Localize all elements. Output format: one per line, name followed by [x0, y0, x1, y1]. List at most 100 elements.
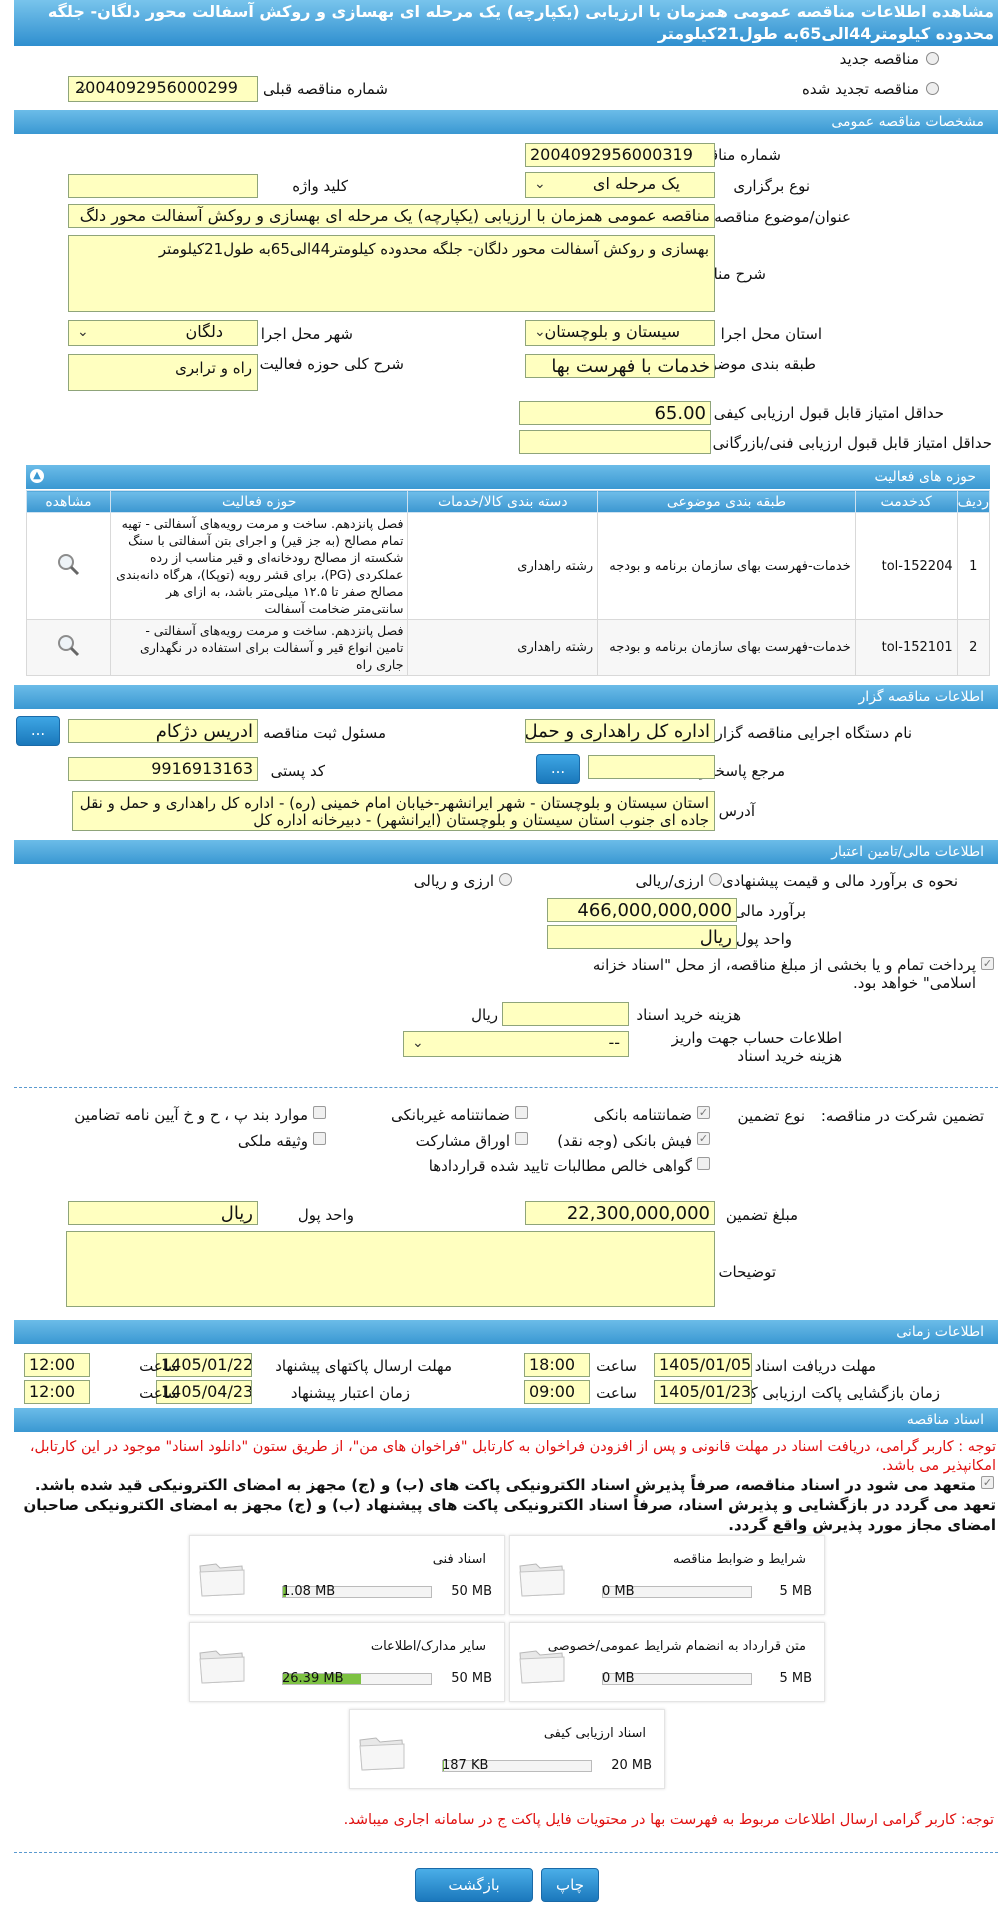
nonbank-guarantee-label: ضمانتنامه غیربانکی	[391, 1106, 510, 1124]
guarantee-unit-label: واحد پول	[297, 1206, 354, 1224]
doc-terms[interactable]: شرایط و ضوابط مناقصه 5 MB 0 MB	[509, 1535, 825, 1615]
doc-title: شرایط و ضوابط مناقصه	[673, 1552, 806, 1567]
receive-date-field[interactable]: 1405/01/05	[654, 1353, 752, 1377]
province-select[interactable]: ⌄ سیستان و بلوچستان	[525, 320, 715, 346]
bonds-checkbox[interactable]	[515, 1132, 528, 1145]
doc-max: 20 MB	[611, 1758, 652, 1773]
doc-title: اسناد ارزیابی کیفی	[543, 1726, 646, 1741]
radio-fx-rial[interactable]	[499, 873, 512, 886]
notes-field[interactable]	[66, 1231, 715, 1307]
doc-cost-field[interactable]	[502, 1002, 629, 1026]
city-value: دلگان	[185, 322, 223, 341]
subject-field[interactable]: مناقصه عمومی همزمان با ارزیابی (یکپارچه)…	[68, 204, 715, 228]
radio-renewed-tender[interactable]	[926, 82, 939, 95]
scope-field[interactable]: راه و ترابری	[68, 354, 258, 391]
radio-renewed-label: مناقصه تجدید شده	[802, 80, 919, 98]
valid-time-field[interactable]: 12:00	[24, 1380, 90, 1404]
radio-rial-label: ارزی/ریالی	[635, 872, 704, 890]
notes-label: توضیحات	[718, 1263, 776, 1281]
radio-rial[interactable]	[709, 873, 722, 886]
estimate-field[interactable]: 466,000,000,000	[547, 898, 737, 922]
doc-contract[interactable]: متن قرارداد به انضمام شرایط عمومی/خصوصی …	[509, 1622, 825, 1702]
responsible-field[interactable]: ادریس دژکام	[68, 719, 258, 743]
open-time-label: ساعت	[596, 1384, 637, 1402]
province-label: استان محل اجرا	[720, 325, 822, 343]
category-field[interactable]: خدمات با فهرست بها	[525, 354, 715, 378]
postal-field[interactable]: 9916913163	[68, 757, 258, 781]
collapse-icon[interactable]: ▲	[30, 469, 44, 483]
send-time-field[interactable]: 12:00	[24, 1353, 90, 1377]
doc-current: 1.08 MB	[282, 1584, 336, 1599]
view-button[interactable]	[26, 512, 111, 620]
price-list-note: توجه: کاربر گرامی ارسال اطلاعات مربوط به…	[343, 1812, 994, 1828]
nonbank-guarantee-checkbox[interactable]	[515, 1106, 528, 1119]
valid-time-label: ساعت	[139, 1384, 180, 1402]
chevron-down-icon: ⌄	[534, 176, 546, 192]
doc-quality[interactable]: اسناد ارزیابی کیفی 20 MB 187 KB	[349, 1709, 665, 1789]
guarantee-amount-field[interactable]: 22,300,000,000	[525, 1201, 715, 1225]
view-button[interactable]	[26, 619, 111, 676]
property-checkbox[interactable]	[313, 1132, 326, 1145]
section-finance: اطلاعات مالی/تامین اعتبار	[14, 840, 998, 864]
account-select[interactable]: ⌄ --	[403, 1031, 629, 1057]
doc-cost-unit: ریال	[471, 1006, 498, 1024]
section-documents: اسناد مناقصه	[14, 1408, 998, 1432]
folder-icon	[359, 1737, 405, 1771]
open-time-field[interactable]: 09:00	[524, 1380, 590, 1404]
open-label: زمان بازگشایی پاکت ارزیابی کیفی	[725, 1384, 940, 1402]
device-label: نام دستگاه اجرایی مناقصه گزار	[715, 724, 912, 742]
doc-title: متن قرارداد به انضمام شرایط عمومی/خصوصی	[547, 1639, 806, 1654]
doc-title: اسناد فنی	[432, 1552, 486, 1567]
receive-time-field[interactable]: 18:00	[524, 1353, 590, 1377]
doc-other[interactable]: سایر مدارک/اطلاعات 50 MB 26.39 MB	[189, 1622, 505, 1702]
participate-label: تضمین شرکت در مناقصه:	[820, 1107, 984, 1125]
tech-score-field[interactable]	[519, 430, 711, 454]
device-field[interactable]: اداره کل راهداری و حمل و ن	[525, 719, 715, 743]
keyword-field[interactable]	[68, 174, 258, 198]
radio-new-tender[interactable]	[926, 52, 939, 65]
responsible-more-button[interactable]: ...	[16, 716, 60, 746]
chevron-down-icon: ⌄	[77, 80, 89, 96]
send-time-label: ساعت	[139, 1357, 180, 1375]
back-button[interactable]: بازگشت	[415, 1868, 533, 1902]
col-row: ردیف	[956, 490, 991, 513]
subject-label: عنوان/موضوع مناقصه	[714, 208, 851, 226]
address-field[interactable]: استان سیستان و بلوچستان - شهر ایرانشهر-خ…	[72, 791, 715, 831]
section-organizer: اطلاعات مناقصه گزار	[14, 685, 998, 709]
doc-current: 0 MB	[602, 1671, 635, 1686]
property-label: وثیقه ملکی	[237, 1132, 308, 1150]
cell-row: 2	[956, 619, 991, 676]
section-activities: حوزه های فعالیت	[26, 465, 990, 489]
prev-number-select[interactable]: ⌄ 2004092956000299	[68, 76, 258, 102]
page-title: مشاهده اطلاعات مناقصه عمومی همزمان با ار…	[14, 0, 998, 46]
city-select[interactable]: ⌄ دلگان	[68, 320, 258, 346]
tender-type-label: نوع برگزاری	[733, 177, 810, 195]
clauses-label: موارد بند پ ، ح و خ آیین نامه تضامین	[74, 1106, 308, 1124]
tech-score-label: حداقل امتیاز قابل قبول ارزیابی فنی/بازرگ…	[712, 434, 992, 452]
prev-number-value: 2004092956000299	[75, 78, 238, 97]
doc-technical[interactable]: اسناد فنی 50 MB 1.08 MB	[189, 1535, 505, 1615]
section-general: مشخصات مناقصه عمومی	[14, 110, 998, 134]
description-field[interactable]: بهسازی و روکش آسفالت محور دلگان- جلگه مح…	[68, 235, 715, 312]
prev-number-label: شماره مناقصه قبلی	[263, 80, 388, 98]
reference-more-button[interactable]: ...	[536, 754, 580, 784]
reference-field[interactable]	[588, 755, 715, 779]
address-label: آدرس	[718, 802, 755, 820]
send-label: مهلت ارسال پاکتهای پیشنهاد	[275, 1357, 452, 1375]
doc-current: 26.39 MB	[282, 1671, 344, 1686]
cell-category: خدمات-فهرست بهای سازمان برنامه و بودجه	[597, 619, 856, 676]
folder-icon	[519, 1563, 565, 1597]
cell-activity: فصل پانزدهم. ساخت و مرمت رویه‌های آسفالت…	[109, 619, 409, 676]
col-activity: حوزه فعالیت	[109, 490, 409, 513]
quality-score-field[interactable]: 65.00	[519, 401, 711, 425]
bank-guarantee-checkbox[interactable]: ✓	[697, 1106, 710, 1119]
currency-field[interactable]: ریال	[547, 925, 737, 949]
print-button[interactable]: چاپ	[541, 1868, 599, 1902]
guarantee-unit-field[interactable]: ریال	[68, 1201, 258, 1225]
clauses-checkbox[interactable]	[313, 1106, 326, 1119]
cash-checkbox[interactable]: ✓	[697, 1132, 710, 1145]
tender-type-select[interactable]: ⌄ یک مرحله ای	[525, 172, 715, 198]
claims-checkbox[interactable]	[697, 1157, 710, 1170]
tender-number-field[interactable]: 2004092956000319	[525, 143, 715, 167]
open-date-field[interactable]: 1405/01/23	[654, 1380, 752, 1404]
